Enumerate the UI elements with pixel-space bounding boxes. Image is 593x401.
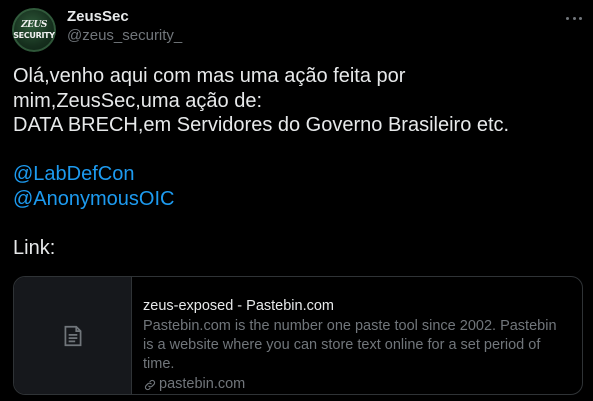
card-info: zeus-exposed - Pastebin.com Pastebin.com… <box>132 277 582 394</box>
mention-anonymousoic[interactable]: @AnonymousOIC <box>13 187 583 212</box>
card-thumbnail <box>14 277 132 394</box>
link-label: Link: <box>13 236 56 259</box>
avatar[interactable]: ZEUS SECURITY <box>12 8 56 52</box>
author-display-name[interactable]: ZeusSec <box>67 8 129 25</box>
more-options-icon[interactable] <box>562 9 586 27</box>
avatar-logo-bottom: SECURITY <box>13 31 55 40</box>
tweet-line: mim,ZeusSec,uma ação de: <box>13 89 262 112</box>
link-preview-card[interactable]: zeus-exposed - Pastebin.com Pastebin.com… <box>13 276 583 395</box>
card-description: Pastebin.com is the number one paste too… <box>143 318 557 372</box>
card-title: zeus-exposed - Pastebin.com <box>143 298 335 314</box>
mention-labdefcon[interactable]: @LabDefCon <box>13 162 583 187</box>
tweet-line: DATA BRECH,em Servidores do Governo Bras… <box>13 114 510 136</box>
card-domain-row: pastebin.com <box>143 375 570 394</box>
tweet: ZEUS SECURITY ZeusSec @zeus_security_ Ol… <box>0 0 593 401</box>
document-icon <box>64 325 81 346</box>
avatar-ring <box>12 8 56 52</box>
tweet-text: Olá,venho aqui com mas uma ação feita po… <box>13 64 583 260</box>
card-domain: pastebin.com <box>159 376 246 392</box>
link-icon <box>144 379 156 390</box>
tweet-line: Olá,venho aqui com mas uma ação feita po… <box>13 65 406 87</box>
author-handle[interactable]: @zeus_security_ <box>67 27 182 44</box>
avatar-logo-top: ZEUS <box>21 20 47 30</box>
